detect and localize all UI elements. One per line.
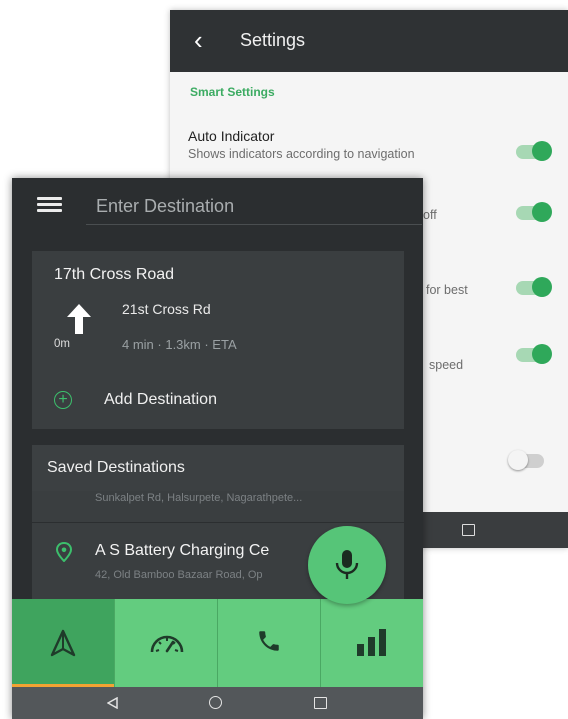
straight-arrow-icon: [67, 304, 91, 334]
tab-speedometer[interactable]: [115, 599, 217, 687]
settings-title: Settings: [240, 30, 306, 50]
setting-title-auto-indicator: Auto Indicator: [188, 128, 275, 144]
home-circle-icon[interactable]: [209, 696, 222, 709]
route-title: 17th Cross Road: [54, 266, 175, 283]
destination-search-input[interactable]: [86, 192, 422, 225]
hamburger-menu-icon[interactable]: [37, 197, 62, 212]
route-eta: 4 min · 1.3km · ETA: [122, 337, 237, 352]
saved-item-address[interactable]: Sunkalpet Rd, Halsurpete, Nagarathpete..…: [95, 492, 302, 504]
tab-phone[interactable]: [218, 599, 320, 687]
toggle-knob: [532, 202, 552, 222]
bottom-tab-bar: [12, 599, 423, 687]
recents-square-icon[interactable]: [462, 524, 475, 536]
setting-subtitle-auto-indicator: Shows indicators according to navigation: [188, 147, 415, 161]
setting-subtitle-4: speed: [429, 358, 464, 372]
toggle-knob: [532, 277, 552, 297]
toggle-knob: [532, 141, 552, 161]
setting-toggle-2[interactable]: [516, 202, 552, 222]
recents-square-icon[interactable]: [314, 697, 327, 709]
navigation-screen: 17th Cross Road 0m 21st Cross Rd 4 min ·…: [12, 178, 423, 719]
setting-toggle-4[interactable]: [516, 344, 552, 364]
section-label: Smart Settings: [190, 85, 275, 99]
saved-item-address: 42, Old Bamboo Bazaar Road, Op: [95, 569, 263, 581]
voice-mic-button[interactable]: [308, 526, 386, 604]
auto-indicator-toggle[interactable]: [516, 141, 552, 161]
system-navigation-bar: [12, 687, 423, 719]
settings-header: ‹ Settings: [170, 10, 568, 72]
speedometer-icon: [150, 635, 184, 653]
add-circle-icon[interactable]: +: [54, 391, 72, 409]
toggle-knob: [508, 450, 528, 470]
setting-subtitle-2: off: [423, 208, 437, 222]
navigation-arrow-icon: [50, 629, 76, 657]
signal-bars-icon: [357, 629, 386, 656]
tab-navigation[interactable]: [12, 599, 114, 687]
location-pin-icon: [55, 542, 73, 562]
back-triangle-icon[interactable]: [107, 697, 119, 709]
add-destination-button[interactable]: Add Destination: [104, 391, 217, 409]
phone-icon: [259, 631, 279, 651]
saved-destinations-title: Saved Destinations: [47, 459, 185, 476]
saved-header: Saved Destinations: [32, 445, 404, 491]
route-card: 17th Cross Road 0m 21st Cross Rd 4 min ·…: [32, 251, 404, 429]
maneuver-distance: 0m: [54, 338, 70, 350]
setting-toggle-5[interactable]: [508, 450, 544, 470]
divider: [32, 522, 404, 523]
toggle-knob: [532, 344, 552, 364]
tab-stats[interactable]: [321, 599, 423, 687]
next-street: 21st Cross Rd: [122, 301, 211, 317]
setting-subtitle-3: for best: [426, 283, 468, 297]
saved-item-name[interactable]: A S Battery Charging Ce: [95, 542, 269, 560]
back-arrow-icon[interactable]: ‹: [194, 26, 203, 54]
setting-toggle-3[interactable]: [516, 277, 552, 297]
microphone-icon: [335, 550, 359, 579]
